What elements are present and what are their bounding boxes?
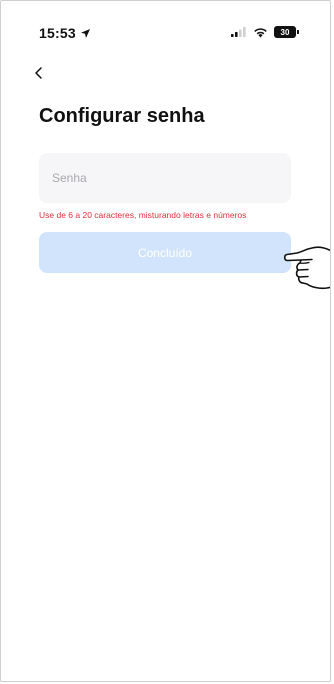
- status-time: 15:53: [39, 25, 91, 41]
- wifi-icon: [254, 27, 267, 37]
- status-time-text: 15:53: [39, 25, 76, 41]
- battery-icon: 30: [274, 26, 299, 38]
- location-arrow-icon: [80, 28, 90, 38]
- pointing-hand-icon: [283, 246, 330, 290]
- page-title: Configurar senha: [39, 105, 205, 127]
- back-button[interactable]: [29, 63, 49, 83]
- cellular-signal-icon: [231, 26, 246, 37]
- done-button[interactable]: Concluído: [39, 232, 291, 273]
- password-hint: Use de 6 a 20 caracteres, misturando let…: [39, 210, 247, 220]
- phone-screen: 15:53 30 Configurar senha Use de 6 a 20 …: [0, 0, 331, 682]
- chevron-left-icon: [35, 67, 42, 79]
- password-input[interactable]: [39, 153, 291, 203]
- battery-level: 30: [280, 27, 290, 37]
- status-icons: 30: [231, 25, 299, 39]
- status-bar: 15:53 30: [1, 1, 330, 45]
